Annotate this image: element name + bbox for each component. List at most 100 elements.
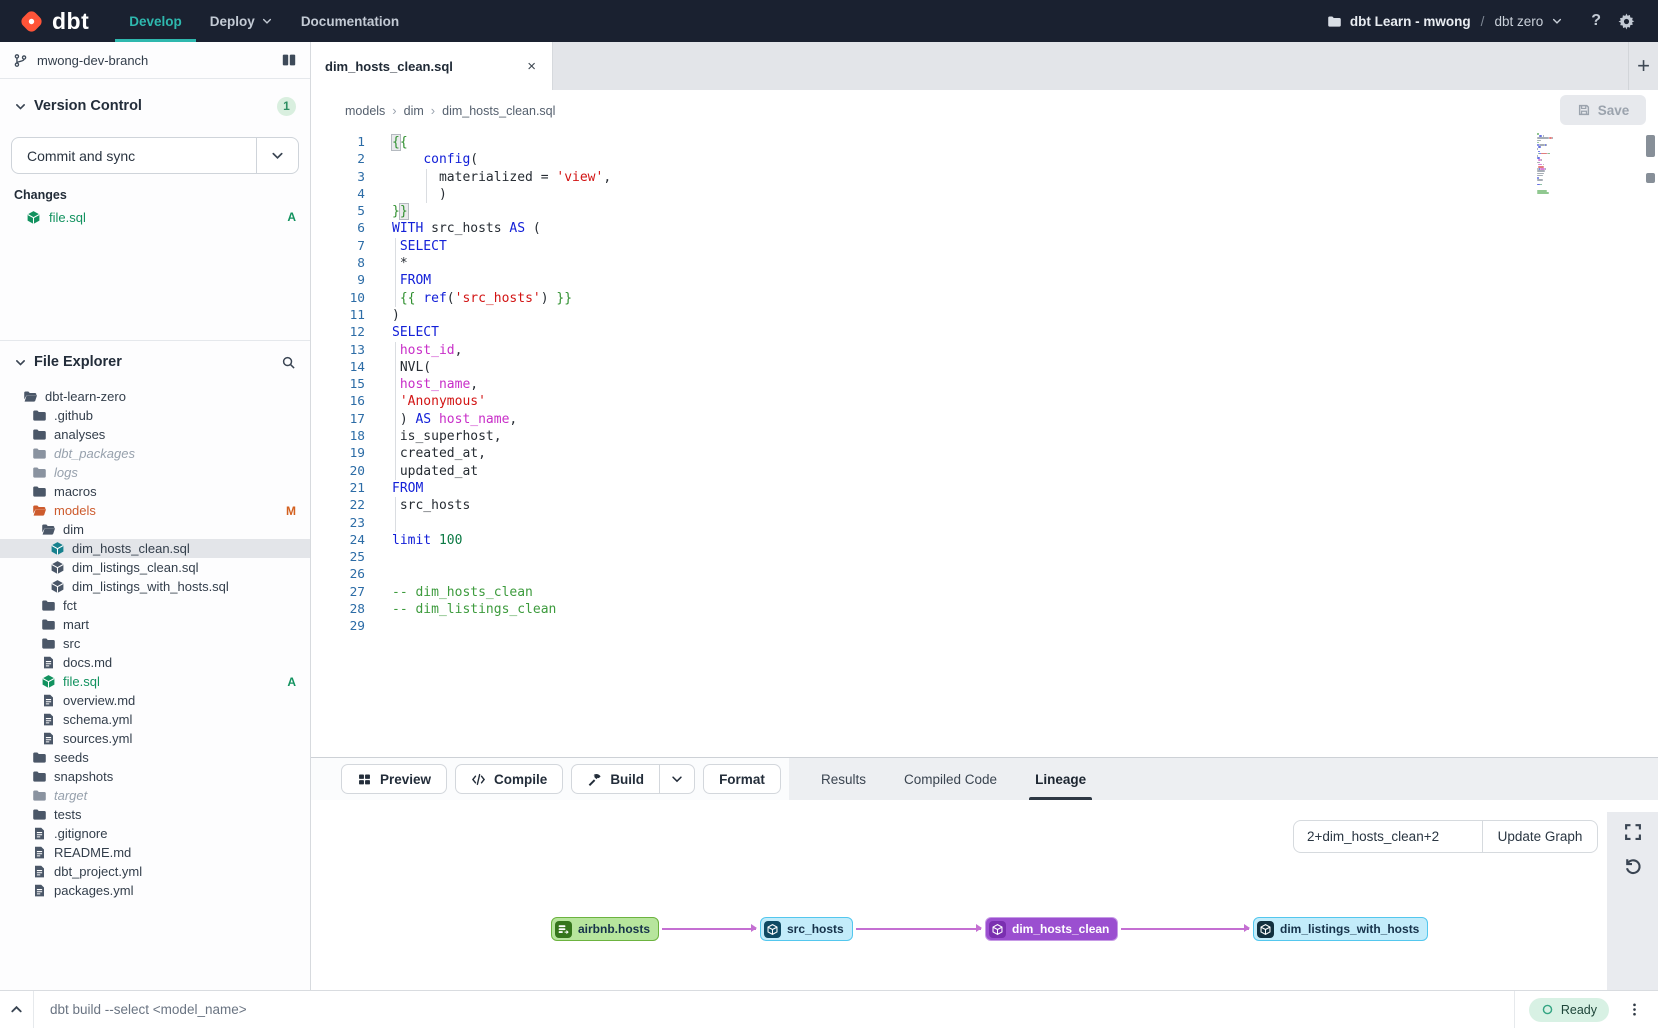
tree-item-schema-yml[interactable]: schema.yml: [0, 710, 310, 729]
code-line: 28-- dim_listings_clean: [311, 601, 1658, 618]
editor-scrollbar[interactable]: [1646, 135, 1655, 157]
indent-guide: [395, 272, 396, 289]
doc-icon: [32, 864, 47, 879]
command-input[interactable]: dbt build --select <model_name>: [50, 1002, 1514, 1017]
nav-item-develop[interactable]: Develop: [115, 0, 196, 42]
tree-item-macros[interactable]: macros: [0, 482, 310, 501]
kebab-menu-icon[interactable]: [1627, 1002, 1642, 1017]
status-ring-icon: [1541, 1003, 1554, 1016]
indent-guide: [395, 515, 396, 532]
tree-item-label: target: [54, 788, 87, 803]
dbt-logo[interactable]: dbt: [18, 0, 89, 42]
save-button[interactable]: Save: [1560, 95, 1646, 125]
tree-item-dim-listings-clean-sql[interactable]: dim_listings_clean.sql: [0, 558, 310, 577]
line-number: 28: [311, 601, 365, 618]
tree-item-docs-md[interactable]: docs.md: [0, 653, 310, 672]
code-token: materialized =: [392, 170, 556, 185]
minimap-segment: [1537, 140, 1541, 142]
breadcrumb-item[interactable]: dim_hosts_clean.sql: [442, 104, 555, 118]
tree-item-mart[interactable]: mart: [0, 615, 310, 634]
file-explorer-header[interactable]: File Explorer: [0, 345, 310, 379]
commit-and-sync-button[interactable]: Commit and sync: [11, 137, 299, 174]
help-icon[interactable]: ?: [1591, 12, 1601, 30]
version-control-header[interactable]: Version Control 1: [0, 89, 310, 123]
docs-panel-icon[interactable]: [281, 52, 297, 68]
panel-tab-compiled-code[interactable]: Compiled Code: [904, 758, 997, 800]
code-editor[interactable]: 1{{2 config(3 materialized = 'view',4 )5…: [311, 131, 1658, 757]
branch-bar[interactable]: mwong-dev-branch: [0, 42, 310, 79]
commit-options-button[interactable]: [256, 138, 298, 173]
tree-item-packages-yml[interactable]: packages.yml: [0, 881, 310, 900]
account-separator: /: [1481, 14, 1485, 29]
lineage-graph[interactable]: airbnb.hosts src_hosts dim_hosts_clean dim_…: [311, 800, 1607, 990]
tree-item-models[interactable]: modelsM: [0, 501, 310, 520]
tree-item-dim-listings-with-hosts-sql[interactable]: dim_listings_with_hosts.sql: [0, 577, 310, 596]
search-icon[interactable]: [281, 355, 296, 370]
collapse-panel-button[interactable]: [0, 991, 34, 1028]
tree-item-overview-md[interactable]: overview.md: [0, 691, 310, 710]
tree-item-target[interactable]: target: [0, 786, 310, 805]
lineage-node-dim-listings-with-hosts[interactable]: dim_listings_with_hosts: [1253, 917, 1428, 941]
line-number: 17: [311, 411, 365, 428]
tree-item-seeds[interactable]: seeds: [0, 748, 310, 767]
tree-item-sources-yml[interactable]: sources.yml: [0, 729, 310, 748]
code-token: is_superhost,: [392, 429, 502, 444]
code-token: }}: [549, 291, 572, 306]
tree-item-label: dim_listings_with_hosts.sql: [72, 579, 229, 594]
tree-item--github[interactable]: .github: [0, 406, 310, 425]
lineage-node-src-hosts[interactable]: src_hosts: [760, 917, 853, 941]
tree-item-dbt-packages[interactable]: dbt_packages: [0, 444, 310, 463]
build-options-button[interactable]: [659, 764, 695, 794]
breadcrumb-item[interactable]: models: [345, 104, 385, 118]
folder-icon: [41, 598, 56, 613]
preview-button[interactable]: Preview: [341, 764, 447, 794]
close-icon[interactable]: ×: [527, 59, 536, 74]
code-line: 29: [311, 618, 1658, 635]
panel-tab-lineage[interactable]: Lineage: [1035, 758, 1086, 800]
tree-item-analyses[interactable]: analyses: [0, 425, 310, 444]
tree-item-logs[interactable]: logs: [0, 463, 310, 482]
tree-item-tests[interactable]: tests: [0, 805, 310, 824]
folder-icon: [32, 484, 47, 499]
reset-icon[interactable]: [1623, 856, 1643, 876]
tree-item-snapshots[interactable]: snapshots: [0, 767, 310, 786]
fullscreen-icon[interactable]: [1623, 822, 1643, 842]
code-line-content: src_hosts: [392, 497, 470, 514]
tree-item-dbt-project-yml[interactable]: dbt_project.yml: [0, 862, 310, 881]
gear-icon[interactable]: [1617, 12, 1636, 31]
panel-tab-results[interactable]: Results: [821, 758, 866, 800]
code-line: 20 updated_at: [311, 463, 1658, 480]
tree-item-file-sql[interactable]: file.sqlA: [0, 672, 310, 691]
code-line-content: {{ ref('src_hosts') }}: [392, 290, 572, 307]
lineage-node-dim-hosts-clean[interactable]: dim_hosts_clean: [985, 917, 1118, 941]
code-token: }: [392, 204, 400, 219]
line-number: 19: [311, 445, 365, 462]
tree-item-dim-hosts-clean-sql[interactable]: dim_hosts_clean.sql: [0, 539, 310, 558]
nav-item-documentation[interactable]: Documentation: [287, 0, 413, 42]
tree-item-fct[interactable]: fct: [0, 596, 310, 615]
minimap[interactable]: [1537, 133, 1561, 199]
tree-item-src[interactable]: src: [0, 634, 310, 653]
code-token: 100: [439, 533, 462, 548]
compile-button[interactable]: Compile: [455, 764, 563, 794]
lineage-node-airbnb-hosts[interactable]: airbnb.hosts: [551, 917, 659, 941]
tree-item--gitignore[interactable]: .gitignore: [0, 824, 310, 843]
indent-guide: [395, 359, 396, 376]
changes-list: file.sqlA: [0, 206, 310, 228]
panel-toolbar: Preview Compile Build Format Results Compile…: [311, 757, 1658, 800]
breadcrumb-item[interactable]: dim: [404, 104, 424, 118]
button-label: Build: [610, 772, 644, 787]
new-tab-button[interactable]: +: [1628, 42, 1658, 90]
nav-item-deploy[interactable]: Deploy: [196, 0, 287, 42]
changed-file-row[interactable]: file.sqlA: [0, 206, 310, 228]
build-button[interactable]: Build: [571, 764, 660, 794]
code-line: 21FROM: [311, 480, 1658, 497]
account-switcher[interactable]: dbt Learn - mwong / dbt zero: [1327, 14, 1563, 29]
tree-item-dbt-learn-zero[interactable]: dbt-learn-zero: [0, 387, 310, 406]
code-token: ref: [423, 291, 446, 306]
tree-item-readme-md[interactable]: README.md: [0, 843, 310, 862]
tree-item-dim[interactable]: dim: [0, 520, 310, 539]
format-button[interactable]: Format: [703, 764, 781, 794]
git-status-badge: M: [286, 504, 296, 518]
tab-dim-hosts-clean[interactable]: dim_hosts_clean.sql ×: [311, 42, 553, 90]
